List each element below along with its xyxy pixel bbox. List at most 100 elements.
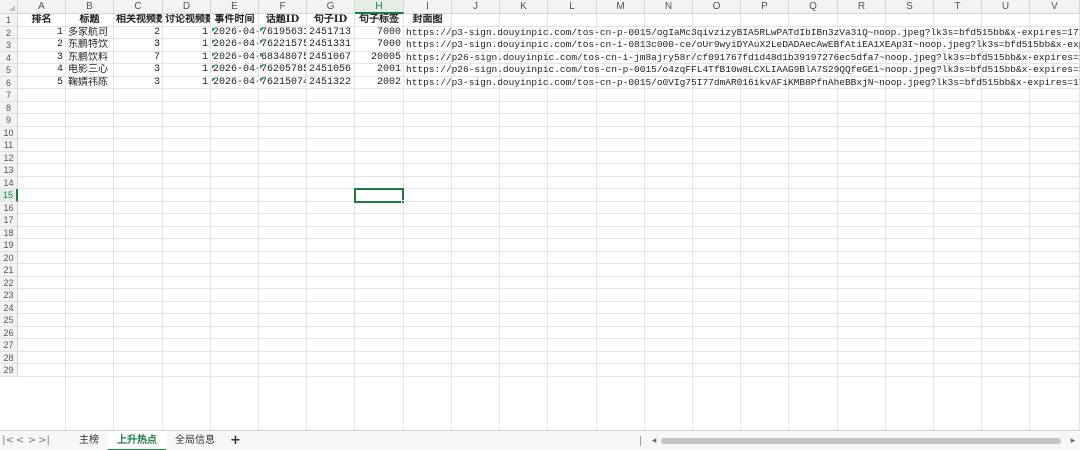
row-header-4[interactable]: 4 [0, 51, 18, 64]
row-header-2[interactable]: 2 [0, 26, 18, 39]
topic-id-cell[interactable]: 683480750 [259, 52, 306, 64]
header-cell[interactable]: 标题 [66, 14, 113, 26]
row-header-20[interactable]: 20 [0, 251, 18, 264]
column-header-i[interactable]: I [404, 0, 452, 14]
row-header-21[interactable]: 21 [0, 264, 18, 277]
column-header-j[interactable]: J [452, 0, 500, 14]
title-cell[interactable]: 东鹏特饮 [66, 39, 113, 51]
sentence-id-cell[interactable]: 2451067 [307, 52, 354, 64]
column-header-n[interactable]: N [645, 0, 693, 14]
sentence-id-cell[interactable]: 2451713 [307, 27, 354, 39]
cover-url-cell[interactable]: https://p3-sign.douyinpic.com/tos-cn-p-0… [404, 27, 1080, 39]
column-header-q[interactable]: Q [789, 0, 838, 14]
horizontal-scrollbar[interactable]: ◂ ▸ [640, 434, 1078, 448]
rank-cell[interactable]: 3 [18, 52, 65, 64]
row-header-12[interactable]: 12 [0, 151, 18, 164]
event-time-cell[interactable]: 2026-04-0 [211, 64, 258, 76]
discuss-videos-cell[interactable]: 1 [163, 52, 210, 64]
cover-url-cell[interactable]: https://p3-sign.douyinpic.com/tos-cn-i-0… [404, 39, 1080, 51]
row-header-7[interactable]: 7 [0, 89, 18, 102]
sentence-tag-cell[interactable]: 2001 [355, 64, 403, 76]
column-header-g[interactable]: G [307, 0, 355, 14]
title-cell[interactable]: 电影三心 [66, 64, 113, 76]
topic-id-cell[interactable]: 762215755 [259, 39, 306, 51]
row-header-28[interactable]: 28 [0, 351, 18, 364]
column-header-h[interactable]: H [355, 0, 404, 14]
row-header-9[interactable]: 9 [0, 114, 18, 127]
discuss-videos-cell[interactable]: 1 [163, 39, 210, 51]
header-cell[interactable]: 话题ID [259, 14, 306, 26]
column-header-u[interactable]: U [982, 0, 1030, 14]
rank-cell[interactable]: 1 [18, 27, 65, 39]
event-time-cell[interactable]: 2026-04-0 [211, 77, 258, 89]
row-header-24[interactable]: 24 [0, 301, 18, 314]
spreadsheet-grid[interactable]: ABCDEFGHIJKLMNOPQRSTUV 1 2 3 4 5 6 7 8 9 10 11 12 13… [0, 0, 1080, 430]
select-all-corner[interactable] [0, 0, 18, 14]
column-header-v[interactable]: V [1030, 0, 1080, 14]
header-cell[interactable]: 句子标签 [355, 14, 403, 26]
sentence-id-cell[interactable]: 2451331 [307, 39, 354, 51]
row-header-8[interactable]: 8 [0, 101, 18, 114]
row-header-25[interactable]: 25 [0, 314, 18, 327]
last-sheet-icon[interactable]: >| [38, 431, 50, 450]
fill-handle[interactable] [401, 199, 405, 204]
header-cell[interactable]: 事件时间 [211, 14, 258, 26]
topic-id-cell[interactable]: 761956315 [259, 27, 306, 39]
header-cell[interactable]: 相关视频数 [114, 14, 162, 26]
column-header-m[interactable]: M [597, 0, 645, 14]
row-header-13[interactable]: 13 [0, 164, 18, 177]
row-header-15[interactable]: 15 [0, 189, 18, 202]
rank-cell[interactable]: 4 [18, 64, 65, 76]
title-cell[interactable]: 东鹏饮料 [66, 52, 113, 64]
first-sheet-icon[interactable]: |< [2, 431, 14, 450]
column-header-o[interactable]: O [693, 0, 741, 14]
column-header-a[interactable]: A [18, 0, 66, 14]
cover-url-cell[interactable]: https://p26-sign.douyinpic.com/tos-cn-i-… [404, 52, 1080, 64]
discuss-videos-cell[interactable]: 1 [163, 77, 210, 89]
cover-url-cell[interactable]: https://p3-sign.douyinpic.com/tos-cn-p-0… [404, 77, 1080, 89]
related-videos-cell[interactable]: 3 [114, 64, 162, 76]
row-header-6[interactable]: 6 [0, 76, 18, 89]
header-cell[interactable]: 排名 [18, 14, 65, 26]
row-header-17[interactable]: 17 [0, 214, 18, 227]
row-header-1[interactable]: 1 [0, 14, 18, 27]
column-header-r[interactable]: R [838, 0, 886, 14]
scroll-left-icon[interactable]: ◂ [649, 436, 659, 446]
rank-cell[interactable]: 5 [18, 77, 65, 89]
add-sheet-button[interactable]: + [224, 431, 247, 450]
sentence-tag-cell[interactable]: 20005 [355, 52, 403, 64]
row-header-10[interactable]: 10 [0, 126, 18, 139]
row-header-14[interactable]: 14 [0, 176, 18, 189]
row-header-16[interactable]: 16 [0, 201, 18, 214]
sentence-tag-cell[interactable]: 7000 [355, 39, 403, 51]
column-header-t[interactable]: T [934, 0, 982, 14]
title-cell[interactable]: 鞠婧祎陈 [66, 77, 113, 89]
header-cell[interactable]: 讨论视频数 [163, 14, 210, 26]
cover-url-cell[interactable]: https://p26-sign.douyinpic.com/tos-cn-p-… [404, 64, 1080, 76]
column-header-k[interactable]: K [500, 0, 548, 14]
scroll-right-icon[interactable]: ▸ [1068, 436, 1078, 446]
row-header-18[interactable]: 18 [0, 226, 18, 239]
row-header-19[interactable]: 19 [0, 239, 18, 252]
column-header-l[interactable]: L [548, 0, 597, 14]
row-header-22[interactable]: 22 [0, 276, 18, 289]
related-videos-cell[interactable]: 3 [114, 39, 162, 51]
row-header-27[interactable]: 27 [0, 339, 18, 352]
next-sheet-icon[interactable]: > [26, 431, 38, 450]
scroll-thumb[interactable] [661, 438, 1061, 444]
row-header-23[interactable]: 23 [0, 289, 18, 302]
prev-sheet-icon[interactable]: < [14, 431, 26, 450]
row-header-26[interactable]: 26 [0, 326, 18, 339]
discuss-videos-cell[interactable]: 1 [163, 64, 210, 76]
column-header-b[interactable]: B [66, 0, 114, 14]
column-header-f[interactable]: F [259, 0, 307, 14]
related-videos-cell[interactable]: 2 [114, 27, 162, 39]
row-header-5[interactable]: 5 [0, 64, 18, 77]
tab-global-info[interactable]: 全局信息 [166, 431, 224, 450]
column-header-s[interactable]: S [886, 0, 934, 14]
column-header-d[interactable]: D [163, 0, 211, 14]
event-time-cell[interactable]: 2026-04-0 [211, 39, 258, 51]
column-header-e[interactable]: E [211, 0, 259, 14]
row-header-29[interactable]: 29 [0, 364, 18, 377]
row-header-11[interactable]: 11 [0, 139, 18, 152]
